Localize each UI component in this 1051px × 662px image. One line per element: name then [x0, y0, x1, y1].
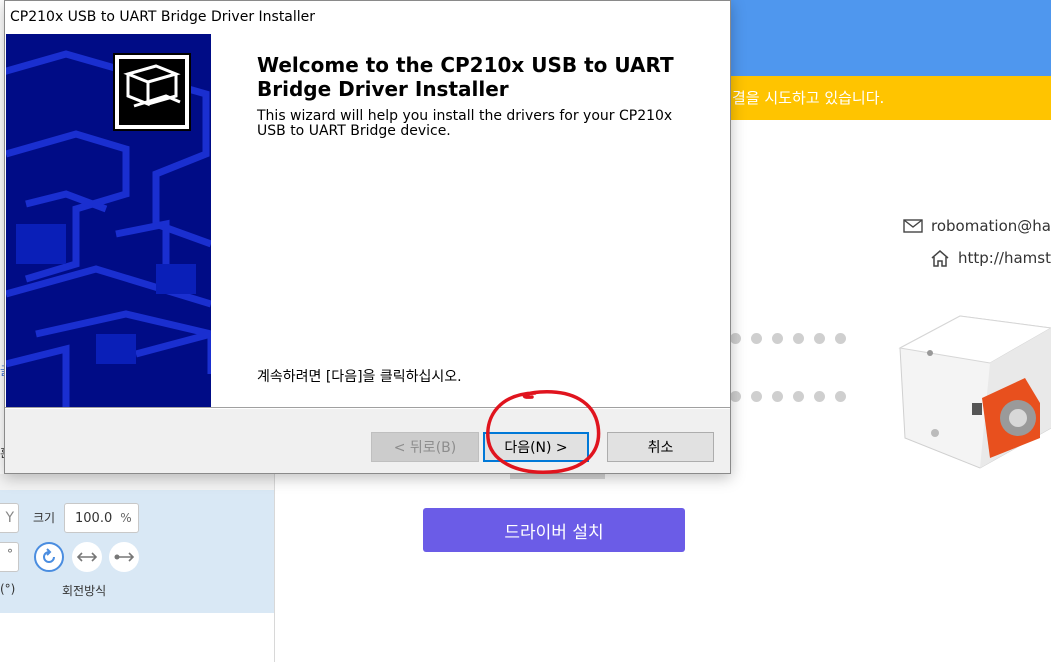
screen: 결을 시도하고 있습니다. robomation@ham http://hams…: [0, 0, 1051, 662]
dialog-heading: Welcome to the CP210x USB to UART Bridge…: [257, 53, 674, 101]
size-label: 크기: [33, 511, 56, 525]
dialog-title: CP210x USB to UART Bridge Driver Install…: [10, 9, 316, 25]
rotation-mode-label: 회전방식: [62, 584, 107, 598]
cancel-button[interactable]: 취소: [607, 432, 714, 462]
dialog-title-bar[interactable]: CP210x USB to UART Bridge Driver Install…: [5, 1, 730, 34]
email-text[interactable]: robomation@ham: [931, 217, 1051, 235]
install-driver-button[interactable]: 드라이버 설치: [423, 508, 685, 552]
hidden-button-edge: [510, 474, 605, 479]
dialog-separator-highlight: [5, 408, 730, 409]
size-unit: %: [120, 511, 132, 525]
size-value: 100.0: [75, 510, 113, 526]
back-button[interactable]: < 뒤로(B): [371, 432, 479, 462]
left-panel-footer: [0, 613, 274, 662]
status-banner: 결을 시도하고 있습니다.: [730, 76, 1051, 120]
connection-dots-top: [730, 333, 846, 344]
header-banner: [730, 0, 1051, 76]
line-arrow-icon: [114, 552, 135, 562]
size-input[interactable]: 100.0 %: [64, 503, 139, 533]
panel-divider: [274, 474, 275, 662]
rotate-icon: [43, 548, 55, 563]
rotation-degree-input[interactable]: °: [0, 542, 19, 572]
left-panel-header: [0, 474, 274, 490]
dialog-description: This wizard will help you install the dr…: [257, 108, 673, 139]
hamster-robot-image: [898, 315, 1051, 469]
mail-icon: [903, 219, 923, 233]
installer-dialog: CP210x USB to UART Bridge Driver Install…: [4, 0, 731, 474]
horizontal-arrows-icon: [76, 552, 98, 562]
status-banner-text: 결을 시도하고 있습니다.: [732, 89, 885, 107]
rotate-free-button[interactable]: [34, 542, 64, 572]
home-icon: [931, 250, 949, 267]
installer-side-banner: [6, 34, 211, 407]
website-link[interactable]: http://hamste: [958, 249, 1051, 267]
next-button[interactable]: 다음(N) >: [483, 432, 589, 462]
continue-instruction: 계속하려면 [다음]을 클릭하십시오.: [257, 369, 462, 385]
no-rotate-button[interactable]: [109, 542, 139, 572]
contact-email: robomation@ham: [903, 217, 1051, 235]
contact-website: http://hamste: [930, 249, 1051, 267]
y-coordinate-input[interactable]: Y: [0, 503, 19, 533]
flip-horizontal-button[interactable]: [72, 542, 102, 572]
degree-label: (°): [0, 582, 16, 596]
connection-dots-bottom: [730, 391, 846, 402]
